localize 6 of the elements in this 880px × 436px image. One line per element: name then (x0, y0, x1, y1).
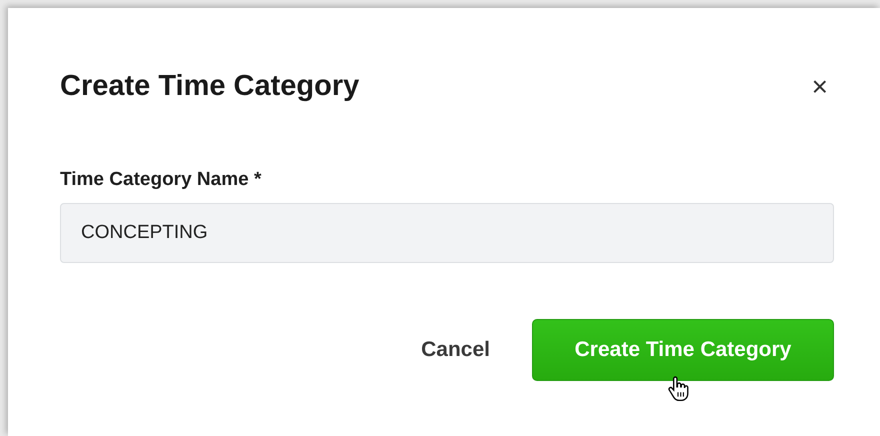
field-label: Time Category Name * (60, 169, 262, 191)
hand-cursor-icon (667, 376, 689, 402)
close-button[interactable]: × (806, 72, 834, 100)
cancel-button[interactable]: Cancel (419, 328, 492, 372)
dialog-title: Create Time Category (60, 70, 360, 103)
name-input-field[interactable]: CONCEPTING (60, 203, 834, 263)
